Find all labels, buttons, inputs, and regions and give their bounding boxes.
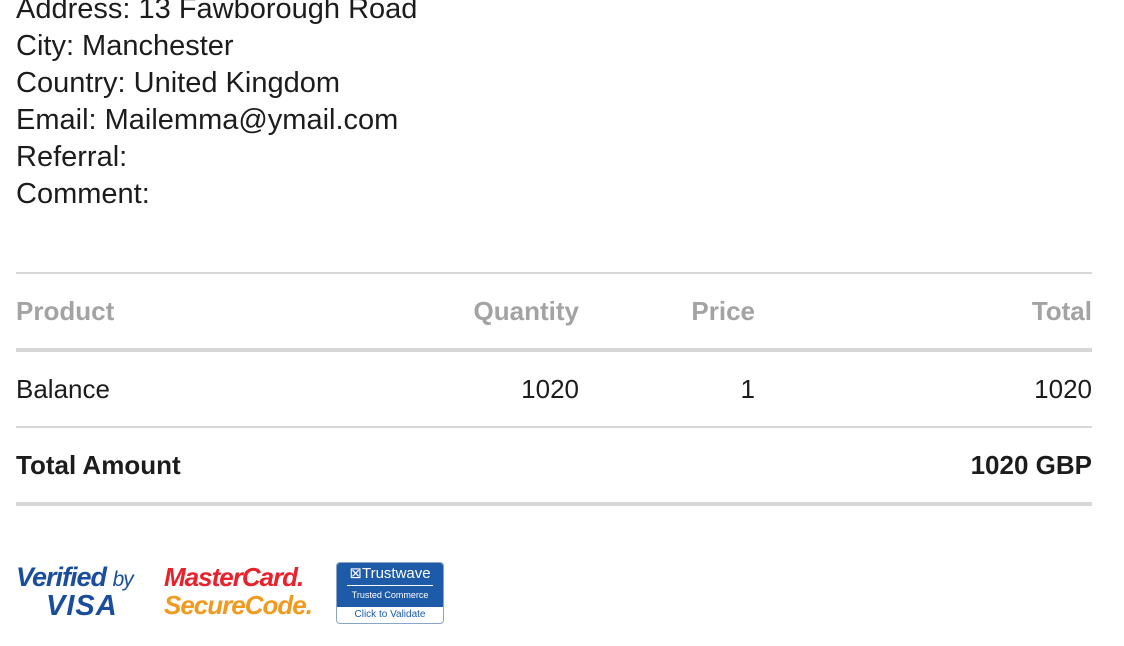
trustwave-sub-text: Trusted Commerce <box>351 590 429 600</box>
price-cell: 1 <box>740 374 755 404</box>
country-line: Country: United Kingdom <box>16 67 340 99</box>
trustwave-seal[interactable]: ⊠Trustwave Trusted Commerce Click to Val… <box>336 562 444 624</box>
total-amount-value: 1020 GBP <box>970 450 1092 480</box>
email-line: Email: Mailemma@ymail.com <box>16 104 399 136</box>
trustwave-brand-text: Trustwave <box>361 565 431 582</box>
mastercard-text: MasterCard. <box>164 562 304 592</box>
securecode-text: SecureCode. <box>164 590 313 620</box>
column-header-product: Product <box>16 296 115 326</box>
total-amount-row: Total Amount 1020 GBP <box>16 428 1092 506</box>
column-header-quantity: Quantity <box>473 296 579 326</box>
quantity-cell: 1020 <box>521 374 579 404</box>
table-row: Balance 1020 1 1020 <box>16 352 1092 428</box>
total-amount-label: Total Amount <box>16 450 181 480</box>
total-cell: 1020 <box>1034 374 1092 404</box>
order-summary-table: Product Quantity Price Total Balance 102… <box>16 272 1092 506</box>
billing-address-block: Address: 13 Fawborough Road City: Manche… <box>16 0 417 213</box>
table-header-row: Product Quantity Price Total <box>16 274 1092 352</box>
mastercard-securecode-logo: MasterCard. SecureCode. <box>164 562 320 624</box>
column-header-total: Total <box>1031 296 1092 326</box>
vbv-verified-text: Verified <box>16 562 107 592</box>
referral-line: Referral: <box>16 141 128 173</box>
click-to-validate-link[interactable]: Click to Validate <box>337 607 443 623</box>
verified-by-visa-logo: Verified by VISA <box>16 562 146 624</box>
vbv-by-text: by <box>112 568 134 591</box>
address-line: Address: 13 Fawborough Road <box>16 0 418 25</box>
vbv-visa-text: VISA <box>46 590 118 622</box>
product-cell: Balance <box>16 374 110 404</box>
city-line: City: Manchester <box>16 30 234 62</box>
comment-line: Comment: <box>16 178 150 210</box>
column-header-price: Price <box>691 296 755 326</box>
trustwave-flag-icon: ⊠ <box>349 565 362 582</box>
